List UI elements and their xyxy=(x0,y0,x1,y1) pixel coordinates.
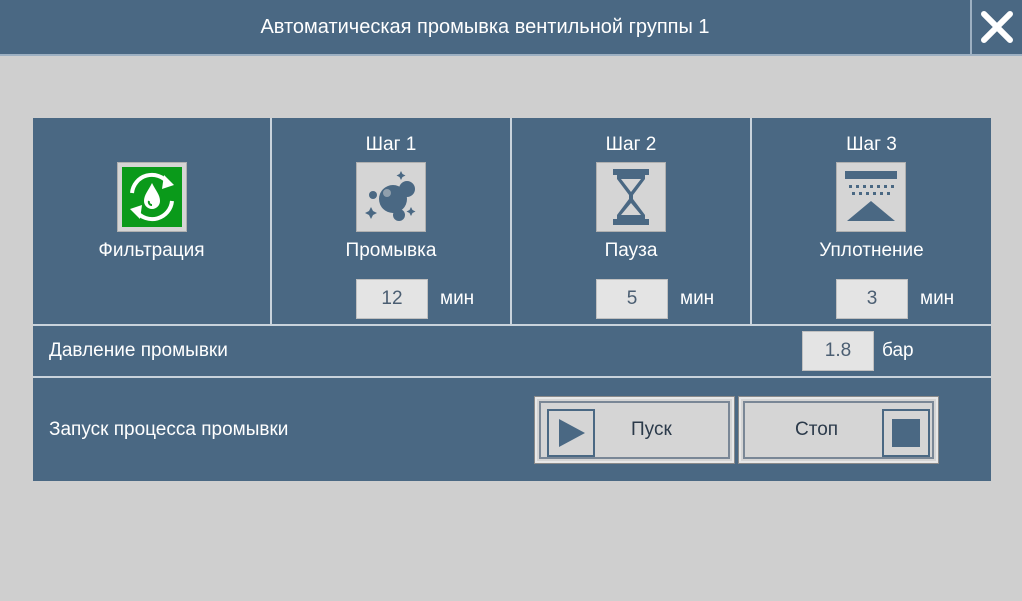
stop-button[interactable]: Стоп xyxy=(738,396,939,464)
filtration-label: Фильтрация xyxy=(98,240,205,261)
filtration-icon-box xyxy=(117,162,187,232)
play-icon-box xyxy=(547,409,595,457)
step-label: Уплотнение xyxy=(819,240,924,261)
step-label: Промывка xyxy=(345,240,437,261)
step-icon-box xyxy=(596,162,666,232)
stop-label: Стоп xyxy=(795,419,839,440)
step-3-cell: Шаг 3 Уплотнение 3 мин xyxy=(752,118,991,324)
play-icon xyxy=(559,419,585,447)
pressure-unit: бар xyxy=(882,340,914,361)
filtration-cell: Фильтрация xyxy=(33,118,270,324)
stop-icon xyxy=(892,419,920,447)
step-label: Пауза xyxy=(604,240,658,261)
pressure-label: Давление промывки xyxy=(49,340,228,361)
duration-input[interactable]: 3 xyxy=(836,279,908,319)
window-title: Автоматическая промывка вентильной групп… xyxy=(260,16,710,38)
unit-label: мин xyxy=(920,288,955,309)
step-title: Шаг 1 xyxy=(365,134,417,155)
stop-icon-box xyxy=(882,409,930,457)
step-2-cell: Шаг 2 Пауза 5 мин xyxy=(512,118,750,324)
divider xyxy=(33,376,991,378)
flush-panel: Фильтрация Шаг 1 Промывка 12 мин Шаг 2 П… xyxy=(33,118,991,481)
duration-input[interactable]: 5 xyxy=(596,279,668,319)
step-1-cell: Шаг 1 Промывка 12 мин xyxy=(272,118,510,324)
hourglass-icon xyxy=(613,169,649,225)
launch-label: Запуск процесса промывки xyxy=(49,419,289,440)
step-icon-box xyxy=(836,162,906,232)
step-title: Шаг 3 xyxy=(846,134,897,155)
step-icon-box xyxy=(356,162,426,232)
step-title: Шаг 2 xyxy=(605,134,657,155)
pressure-input[interactable]: 1.8 xyxy=(802,331,874,371)
unit-label: мин xyxy=(680,288,715,309)
close-button[interactable] xyxy=(970,0,1022,54)
bubbles-icon xyxy=(365,171,416,221)
start-label: Пуск xyxy=(631,419,672,440)
settling-icon xyxy=(845,171,897,221)
recycle-droplet-icon xyxy=(122,167,182,227)
button-frame: Стоп xyxy=(743,401,934,459)
divider xyxy=(33,324,991,326)
duration-input[interactable]: 12 xyxy=(356,279,428,319)
unit-label: мин xyxy=(440,288,475,309)
close-icon xyxy=(981,11,1013,43)
title-bar: Автоматическая промывка вентильной групп… xyxy=(0,0,1022,56)
button-frame: Пуск xyxy=(539,401,730,459)
start-button[interactable]: Пуск xyxy=(534,396,735,464)
